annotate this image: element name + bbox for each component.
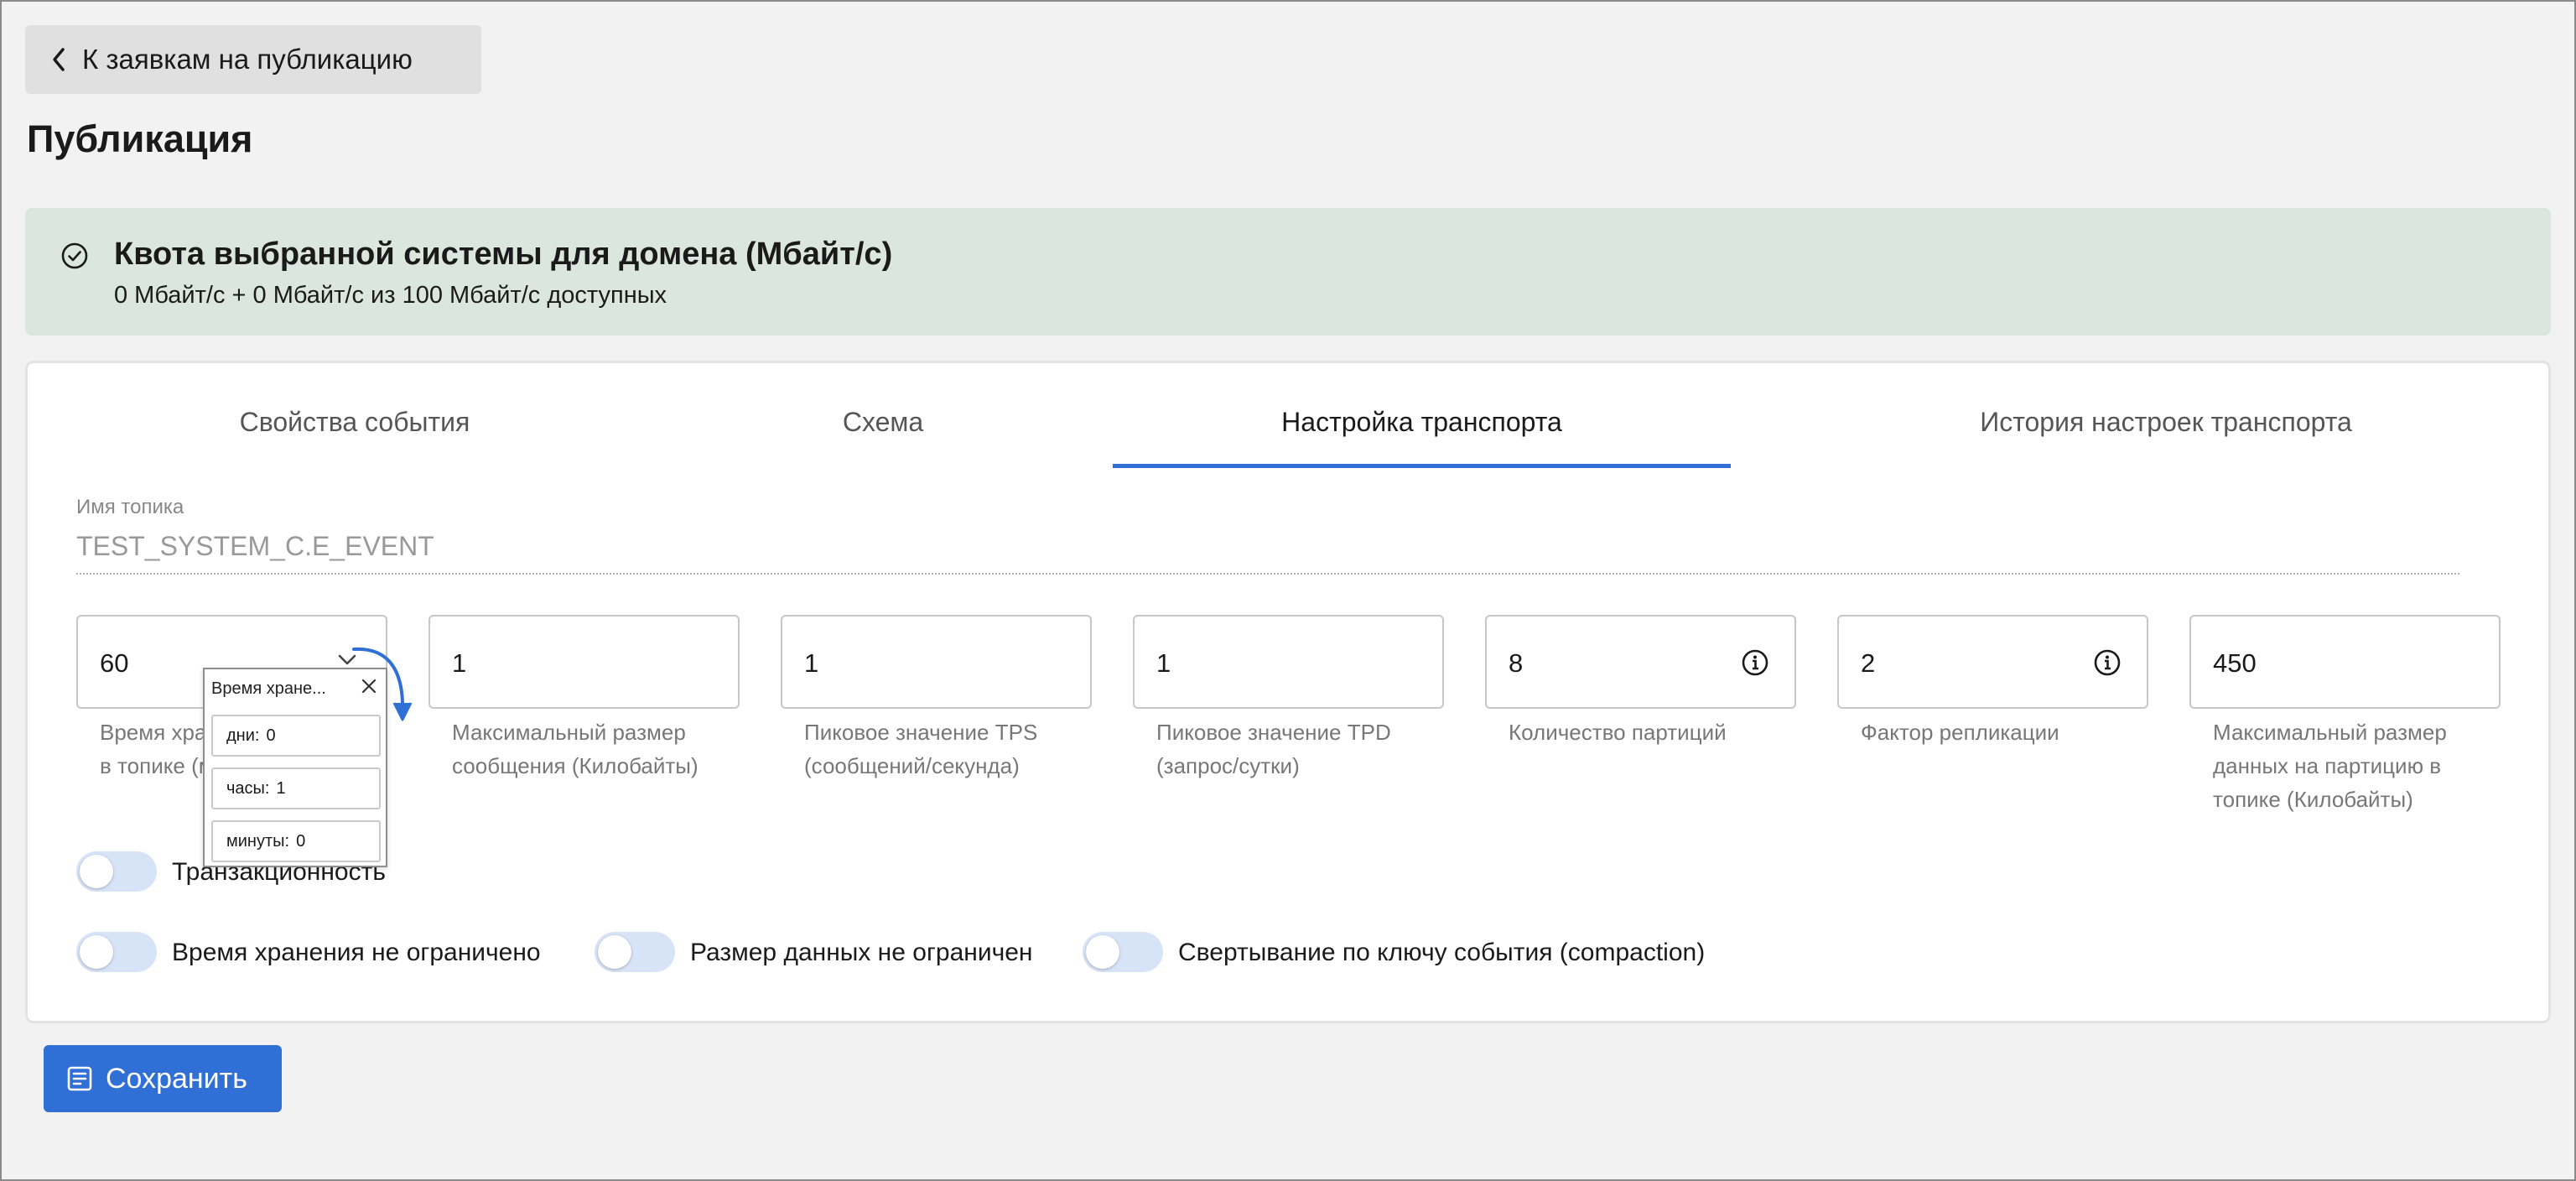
back-button-label: К заявкам на публикацию bbox=[82, 44, 413, 75]
info-icon[interactable] bbox=[2093, 648, 2122, 677]
hours-input[interactable]: часы: 1 bbox=[211, 767, 381, 809]
minutes-label: минуты: bbox=[226, 831, 290, 851]
peak-tps-value: 1 bbox=[804, 648, 819, 678]
retention-popup-title: Время хране... bbox=[211, 679, 326, 698]
topic-name-label: Имя топика bbox=[76, 496, 184, 518]
partitions-count-value: 8 bbox=[1509, 648, 1524, 678]
chevron-left-icon bbox=[53, 48, 65, 71]
compaction-toggle[interactable] bbox=[1083, 932, 1163, 972]
quota-title: Квота выбранной системы для домена (Мбай… bbox=[114, 237, 893, 272]
peak-tps-field[interactable]: 1 bbox=[781, 615, 1092, 709]
page-title: Публикация bbox=[27, 117, 253, 160]
quota-subtitle: 0 Мбайт/с + 0 Мбайт/с из 100 Мбайт/с дос… bbox=[114, 282, 667, 309]
max-message-size-value: 1 bbox=[452, 648, 467, 678]
topic-name-input[interactable]: TEST_SYSTEM_C.E_EVENT bbox=[76, 531, 434, 562]
max-partition-size-field[interactable]: 450 bbox=[2189, 615, 2501, 709]
topic-underline bbox=[76, 573, 2459, 575]
replication-factor-field[interactable]: 2 bbox=[1837, 615, 2148, 709]
hours-value: 1 bbox=[276, 778, 286, 798]
info-icon[interactable] bbox=[1741, 648, 1769, 677]
replication-factor-label: Фактор репликации bbox=[1861, 720, 2059, 745]
tab-transport-settings[interactable]: Настройка транспорта bbox=[1113, 407, 1731, 438]
max-partition-size-value: 450 bbox=[2213, 648, 2257, 678]
unlimited-retention-label: Время хранения не ограничено bbox=[172, 939, 541, 966]
max-message-size-label: Максимальный размер сообщения (Килобайты… bbox=[452, 720, 699, 778]
quota-banner: Квота выбранной системы для домена (Мбай… bbox=[25, 208, 2551, 336]
tab-schema[interactable]: Схема bbox=[631, 407, 1135, 438]
replication-factor-value: 2 bbox=[1861, 648, 1876, 678]
minutes-value: 0 bbox=[296, 831, 306, 851]
peak-tps-label: Пиковое значение TPS (сообщений/секунда) bbox=[804, 720, 1038, 778]
curved-arrow-icon bbox=[352, 647, 413, 721]
unlimited-size-label: Размер данных не ограничен bbox=[690, 939, 1033, 966]
max-message-size-field[interactable]: 1 bbox=[428, 615, 740, 709]
save-button-label: Сохранить bbox=[106, 1062, 247, 1095]
check-circle-icon bbox=[61, 242, 88, 269]
max-partition-size-label: Максимальный размер данных на партицию в… bbox=[2213, 720, 2447, 812]
unlimited-retention-toggle[interactable] bbox=[76, 932, 157, 972]
days-label: дни: bbox=[226, 726, 260, 745]
tab-event-properties[interactable]: Свойства события bbox=[103, 407, 606, 438]
unlimited-size-toggle[interactable] bbox=[595, 932, 675, 972]
retention-time-value: 60 bbox=[100, 648, 129, 678]
hours-label: часы: bbox=[226, 778, 270, 798]
save-icon bbox=[67, 1066, 92, 1091]
compaction-label: Свертывание по ключу события (compaction… bbox=[1178, 939, 1706, 966]
tab-transport-history[interactable]: История настроек транспорта bbox=[1831, 407, 2501, 438]
days-value: 0 bbox=[266, 726, 276, 745]
peak-tpd-field[interactable]: 1 bbox=[1133, 615, 1444, 709]
minutes-input[interactable]: минуты: 0 bbox=[211, 820, 381, 862]
partitions-count-label: Количество партиций bbox=[1509, 720, 1727, 745]
save-button[interactable]: Сохранить bbox=[44, 1045, 282, 1112]
active-tab-indicator bbox=[1113, 464, 1731, 468]
back-button[interactable]: К заявкам на публикацию bbox=[25, 25, 481, 94]
partitions-count-field[interactable]: 8 bbox=[1485, 615, 1796, 709]
peak-tpd-value: 1 bbox=[1156, 648, 1171, 678]
peak-tpd-label: Пиковое значение TPD (запрос/сутки) bbox=[1156, 720, 1391, 778]
transactional-toggle[interactable] bbox=[76, 851, 157, 892]
